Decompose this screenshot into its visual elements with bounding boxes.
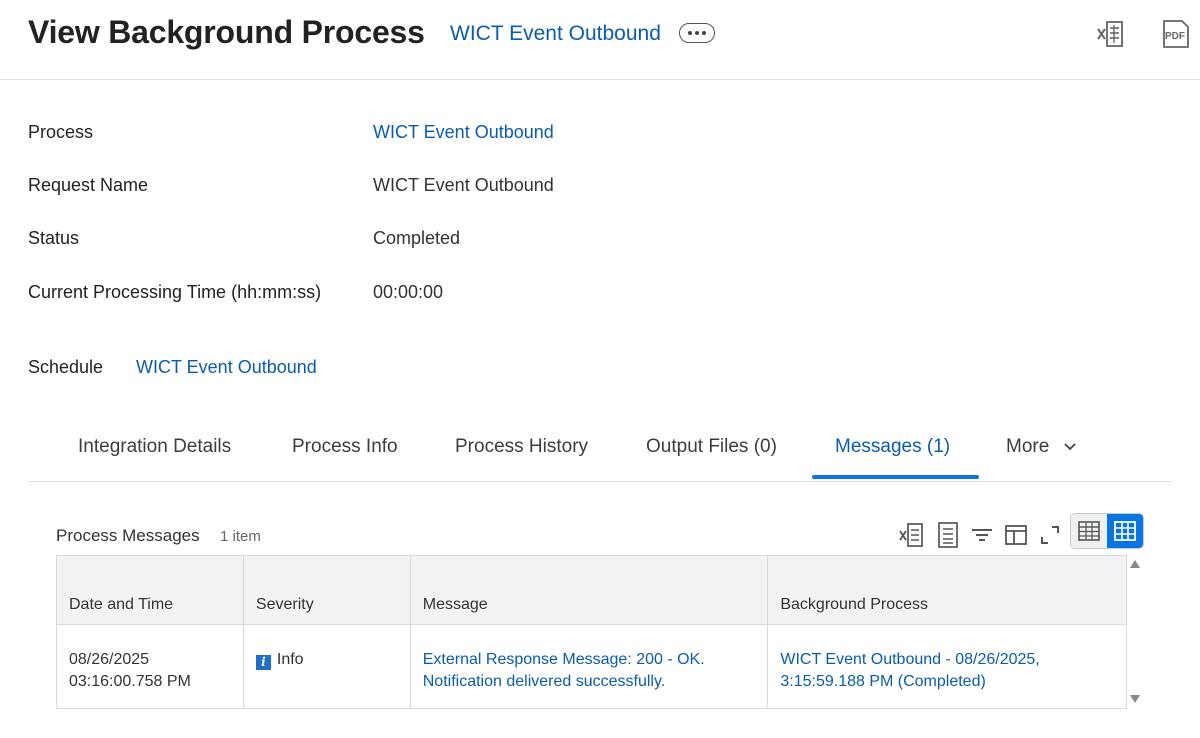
- grid-title: Process Messages: [56, 526, 200, 545]
- field-label-request-name: Request Name: [28, 175, 149, 195]
- field-label-schedule: Schedule: [28, 357, 104, 377]
- more-dot: [702, 31, 706, 35]
- column-header-severity[interactable]: Severity: [242, 555, 411, 625]
- grid-view-button[interactable]: [1107, 514, 1143, 548]
- cell-background-process-link[interactable]: WICT Event Outbound - 08/26/2025, 3:15:5…: [767, 624, 1127, 709]
- time-value: 03:16:00.758 PM: [69, 673, 191, 690]
- more-dot: [695, 31, 699, 35]
- chevron-down-icon: [1063, 443, 1076, 451]
- tab-bar: Integration Details Process Info Process…: [28, 420, 1172, 482]
- field-value-process-link[interactable]: WICT Event Outbound: [373, 122, 554, 143]
- page-title: View Background Process: [28, 14, 425, 50]
- tab-more[interactable]: More: [1006, 436, 1077, 458]
- table-header-row: Date and Time Severity Message Backgroun…: [56, 555, 1127, 625]
- background-process-line-1: WICT Event Outbound - 08/26/2025,: [780, 651, 1040, 668]
- table-row: 08/26/2025 03:16:00.758 PM i Info Externa…: [56, 624, 1127, 709]
- active-tab-indicator: [812, 475, 979, 479]
- grid-view-icon: [1114, 521, 1136, 541]
- related-actions-button[interactable]: [679, 23, 715, 43]
- message-line-2: Notification delivered successfully.: [422, 673, 666, 690]
- tab-output-files[interactable]: Output Files (0): [646, 436, 777, 458]
- pdf-export-icon[interactable]: PDF: [1160, 18, 1190, 50]
- field-label-process: Process: [28, 122, 94, 142]
- column-header-date-time[interactable]: Date and Time: [56, 555, 244, 625]
- field-label-processing-time: Current Processing Time (hh:mm:ss): [28, 282, 322, 302]
- cell-message-link[interactable]: External Response Message: 200 - OK. Not…: [409, 624, 769, 709]
- table-view-button[interactable]: [1071, 514, 1107, 548]
- grid-view-toggle: [1070, 513, 1144, 549]
- tab-process-info[interactable]: Process Info: [292, 436, 398, 458]
- header-process-link[interactable]: WICT Event Outbound: [450, 22, 661, 46]
- grid-excel-export-icon[interactable]: [898, 520, 926, 550]
- field-value-status: Completed: [373, 228, 461, 248]
- background-process-line-2: 3:15:59.188 PM (Completed): [780, 673, 986, 690]
- grid-fullscreen-icon[interactable]: [1036, 520, 1064, 550]
- field-value-request-name: WICT Event Outbound: [373, 175, 554, 195]
- tab-process-history[interactable]: Process History: [455, 436, 588, 458]
- column-header-background-process[interactable]: Background Process: [767, 555, 1127, 625]
- message-line-1: External Response Message: 200 - OK.: [422, 651, 705, 668]
- grid-print-icon[interactable]: [934, 520, 962, 550]
- tab-integration-details[interactable]: Integration Details: [78, 436, 231, 458]
- scroll-down-arrow-icon[interactable]: [1130, 695, 1140, 703]
- table-scrollbar[interactable]: [1127, 555, 1143, 708]
- tab-more-label: More: [1006, 436, 1050, 457]
- excel-export-icon[interactable]: [1096, 18, 1126, 50]
- table-view-icon: [1078, 521, 1100, 541]
- date-value: 08/26/2025: [69, 651, 150, 668]
- tab-messages[interactable]: Messages (1): [835, 436, 950, 458]
- grid-filter-icon[interactable]: [968, 520, 996, 550]
- pdf-label: PDF: [1165, 31, 1185, 42]
- cell-severity: i Info: [242, 624, 411, 709]
- page-header: View Background Process WICT Event Outbo…: [0, 0, 1200, 80]
- info-icon: i: [255, 655, 271, 670]
- severity-value: Info: [276, 651, 304, 668]
- schedule-link[interactable]: WICT Event Outbound: [136, 357, 317, 378]
- grid-item-count: 1 item: [220, 528, 261, 545]
- column-header-message[interactable]: Message: [409, 555, 769, 625]
- more-dots-icon: [688, 31, 692, 35]
- field-value-processing-time: 00:00:00: [373, 282, 444, 302]
- process-messages-table: Date and Time Severity Message Backgroun…: [56, 555, 1127, 709]
- field-label-status: Status: [28, 228, 80, 248]
- grid-columns-icon[interactable]: [1002, 520, 1030, 550]
- scroll-up-arrow-icon[interactable]: [1130, 560, 1140, 568]
- cell-date-time: 08/26/2025 03:16:00.758 PM: [56, 624, 244, 709]
